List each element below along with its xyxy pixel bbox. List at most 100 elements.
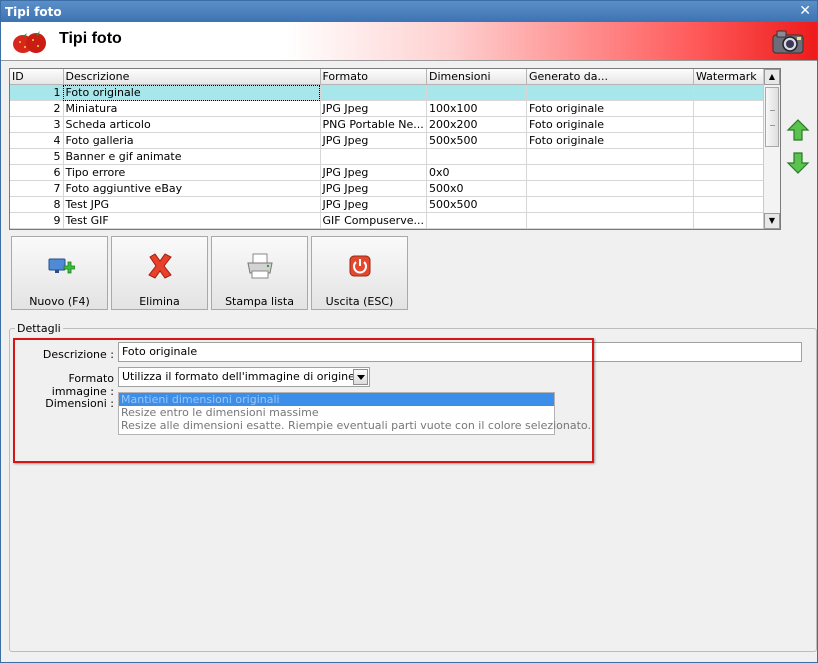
table-row[interactable]: 3 Scheda articolo PNG Portable Ne... 200… <box>10 116 770 133</box>
list-item[interactable]: Mantieni dimensioni originali <box>119 393 554 406</box>
cell-id: 6 <box>10 164 64 181</box>
cell-dimensioni: 100x100 <box>426 100 527 117</box>
window-title: Tipi foto <box>5 5 62 19</box>
print-button[interactable]: Stampa lista <box>211 236 308 310</box>
grid-header-row: ID Descrizione Formato Dimensioni Genera… <box>10 69 770 85</box>
table-row[interactable]: 7 Foto aggiuntive eBay JPG Jpeg 500x0 <box>10 180 770 197</box>
title-bar[interactable]: Tipi foto ✕ <box>1 1 817 22</box>
cell-descrizione: Foto originale <box>63 84 321 101</box>
cell-formato <box>320 148 427 165</box>
close-icon[interactable]: ✕ <box>799 3 811 19</box>
grid-scrollbar[interactable]: ▲ ▼ <box>763 69 780 229</box>
cell-dimensioni: 0x0 <box>426 164 527 181</box>
app-window: Tipi foto ✕ Tipi foto ID Descrizione For… <box>0 0 818 663</box>
cell-dimensioni: 500x500 <box>426 196 527 213</box>
cell-descrizione: Banner e gif animate <box>63 148 321 165</box>
strawberry-logo-icon <box>13 31 46 53</box>
scroll-thumb[interactable] <box>765 87 779 147</box>
cell-generato <box>526 180 694 197</box>
table-row[interactable]: 6 Tipo errore JPG Jpeg 0x0 <box>10 164 770 181</box>
table-row[interactable]: 4 Foto galleria JPG Jpeg 500x500 Foto or… <box>10 132 770 149</box>
cell-formato: PNG Portable Ne... <box>320 116 427 133</box>
cell-formato: JPG Jpeg <box>320 180 427 197</box>
header-banner: Tipi foto <box>1 22 817 61</box>
print-button-label: Stampa lista <box>225 295 294 308</box>
cell-id: 5 <box>10 148 64 165</box>
cell-dimensioni: 500x500 <box>426 132 527 149</box>
scroll-up-button[interactable]: ▲ <box>764 69 780 85</box>
formato-select-value: Utilizza il formato dell'immagine di ori… <box>122 370 355 383</box>
cell-id: 1 <box>10 84 64 101</box>
table-row[interactable]: 9 Test GIF GIF Compuserve... <box>10 212 770 229</box>
cell-formato: JPG Jpeg <box>320 132 427 149</box>
cell-watermark <box>693 84 770 101</box>
table-row[interactable]: 8 Test JPG JPG Jpeg 500x500 <box>10 196 770 213</box>
cell-generato <box>526 148 694 165</box>
printer-icon <box>247 253 273 279</box>
cell-id: 7 <box>10 180 64 197</box>
cell-watermark <box>693 100 770 117</box>
column-header-watermark[interactable]: Watermark <box>693 69 770 85</box>
formato-label: Formato immagine : <box>51 372 114 398</box>
column-header-formato[interactable]: Formato <box>320 69 427 85</box>
cell-formato: JPG Jpeg <box>320 164 427 181</box>
list-item[interactable]: Resize alle dimensioni esatte. Riempie e… <box>119 419 591 432</box>
cell-watermark <box>693 212 770 229</box>
cell-descrizione: Scheda articolo <box>63 116 321 133</box>
cell-id: 8 <box>10 196 64 213</box>
red-x-icon <box>148 253 172 279</box>
delete-button[interactable]: Elimina <box>111 236 208 310</box>
column-header-descrizione[interactable]: Descrizione <box>63 69 321 85</box>
table-row[interactable]: 5 Banner e gif animate <box>10 148 770 165</box>
formato-select[interactable]: Utilizza il formato dell'immagine di ori… <box>118 367 370 387</box>
cell-watermark <box>693 196 770 213</box>
cell-watermark <box>693 180 770 197</box>
dimensioni-listbox[interactable]: Mantieni dimensioni originali Resize ent… <box>118 392 591 435</box>
table-row[interactable]: 1 Foto originale <box>10 84 770 101</box>
new-button[interactable]: Nuovo (F4) <box>11 236 108 310</box>
move-up-button[interactable] <box>785 117 811 143</box>
descrizione-input[interactable]: Foto originale <box>118 342 802 362</box>
exit-button-label: Uscita (ESC) <box>325 295 394 308</box>
cell-generato <box>526 164 694 181</box>
descrizione-label: Descrizione : <box>42 348 114 361</box>
cell-descrizione: Test JPG <box>63 196 321 213</box>
cell-formato: GIF Compuserve... <box>320 212 427 229</box>
cell-id: 9 <box>10 212 64 229</box>
camera-icon <box>772 30 804 54</box>
details-group-title: Dettagli <box>15 322 63 335</box>
cell-descrizione: Foto aggiuntive eBay <box>63 180 321 197</box>
cell-descrizione: Foto galleria <box>63 132 321 149</box>
cell-dimensioni <box>426 84 527 101</box>
delete-button-label: Elimina <box>139 295 180 308</box>
cell-generato <box>526 196 694 213</box>
exit-button[interactable]: Uscita (ESC) <box>311 236 408 310</box>
add-monitor-icon <box>48 258 75 274</box>
dimensioni-label: Dimensioni : <box>45 397 114 410</box>
cell-generato: Foto originale <box>526 100 694 117</box>
cell-dimensioni <box>426 148 527 165</box>
cell-watermark <box>693 116 770 133</box>
cell-watermark <box>693 132 770 149</box>
cell-generato: Foto originale <box>526 132 694 149</box>
column-header-generato[interactable]: Generato da... <box>526 69 694 85</box>
power-icon <box>349 255 371 277</box>
cell-dimensioni: 200x200 <box>426 116 527 133</box>
chevron-down-icon[interactable] <box>353 369 368 385</box>
cell-id: 3 <box>10 116 64 133</box>
photo-types-grid[interactable]: ID Descrizione Formato Dimensioni Genera… <box>9 68 781 230</box>
cell-generato: Foto originale <box>526 116 694 133</box>
new-button-label: Nuovo (F4) <box>29 295 90 308</box>
column-header-id[interactable]: ID <box>10 69 64 85</box>
list-item[interactable]: Resize entro le dimensioni massime <box>119 406 554 419</box>
cell-id: 4 <box>10 132 64 149</box>
cell-formato <box>320 84 427 101</box>
cell-descrizione: Test GIF <box>63 212 321 229</box>
scroll-down-button[interactable]: ▼ <box>764 213 780 229</box>
move-down-button[interactable] <box>785 150 811 176</box>
column-header-dimensioni[interactable]: Dimensioni <box>426 69 527 85</box>
table-row[interactable]: 2 Miniatura JPG Jpeg 100x100 Foto origin… <box>10 100 770 117</box>
cell-descrizione: Miniatura <box>63 100 321 117</box>
page-title: Tipi foto <box>59 30 122 47</box>
cell-descrizione: Tipo errore <box>63 164 321 181</box>
